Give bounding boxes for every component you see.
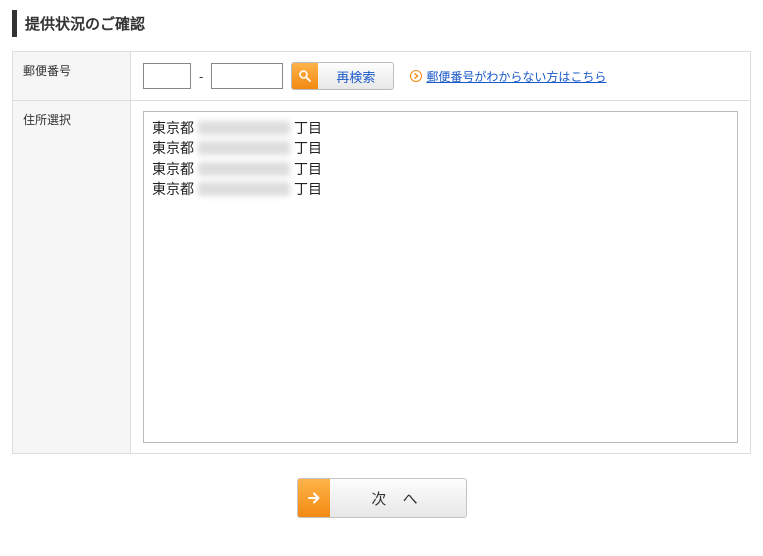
address-redacted (198, 162, 290, 176)
address-listbox[interactable]: 東京都 丁目 東京都 丁目 東京都 丁目 東京都 丁目 (143, 111, 738, 443)
form-table: 郵便番号 - 再検索 郵便番号がわからない方はこちら (12, 51, 751, 454)
address-item[interactable]: 東京都 丁目 (152, 179, 729, 199)
address-prefix: 東京都 (152, 159, 194, 179)
address-prefix: 東京都 (152, 179, 194, 199)
zip-help-link[interactable]: 郵便番号がわからない方はこちら (426, 68, 606, 85)
help-link-wrapper: 郵便番号がわからない方はこちら (410, 68, 606, 85)
address-prefix: 東京都 (152, 138, 194, 158)
address-item[interactable]: 東京都 丁目 (152, 138, 729, 158)
address-item[interactable]: 東京都 丁目 (152, 159, 729, 179)
address-suffix: 丁目 (294, 118, 322, 138)
zip-input-2[interactable] (211, 63, 283, 89)
arrow-right-icon (298, 479, 330, 517)
next-row: 次 へ (12, 454, 751, 524)
search-button[interactable]: 再検索 (291, 62, 394, 90)
zip-label: 郵便番号 (13, 52, 131, 101)
next-button-label: 次 へ (330, 479, 466, 517)
address-prefix: 東京都 (152, 118, 194, 138)
address-suffix: 丁目 (294, 159, 322, 179)
zip-row: - 再検索 郵便番号がわからない方はこちら (143, 62, 738, 90)
page-title: 提供状況のご確認 (12, 10, 751, 37)
address-redacted (198, 141, 290, 155)
address-redacted (198, 121, 290, 135)
address-suffix: 丁目 (294, 179, 322, 199)
search-button-label: 再検索 (318, 63, 393, 89)
address-suffix: 丁目 (294, 138, 322, 158)
zip-separator: - (199, 69, 203, 84)
address-label: 住所選択 (13, 101, 131, 454)
address-item[interactable]: 東京都 丁目 (152, 118, 729, 138)
arrow-right-icon (410, 70, 422, 82)
search-icon (292, 63, 318, 89)
next-button[interactable]: 次 へ (297, 478, 467, 518)
zip-input-1[interactable] (143, 63, 191, 89)
address-redacted (198, 182, 290, 196)
